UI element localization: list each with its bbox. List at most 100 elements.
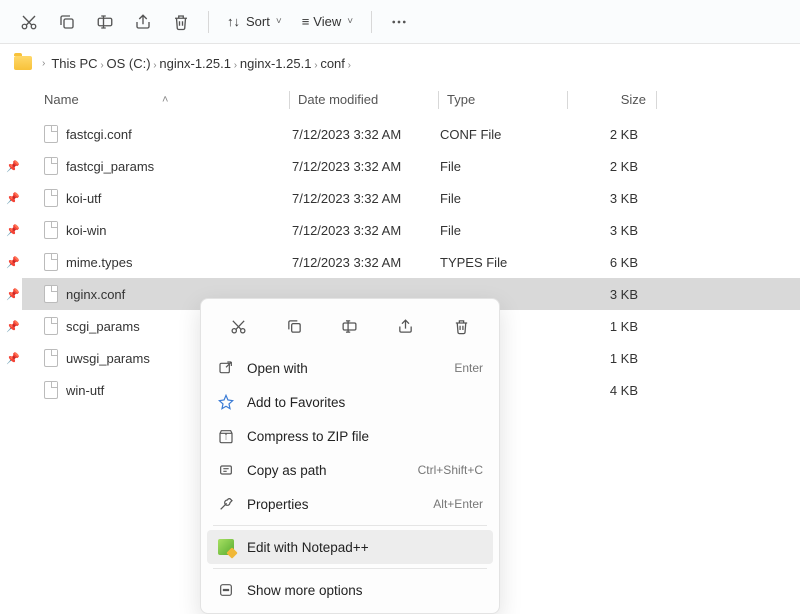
context-menu: Open with Enter Add to Favorites Compres… bbox=[200, 298, 500, 614]
zip-icon bbox=[217, 427, 235, 445]
pin-icon: 📌 bbox=[6, 352, 20, 365]
cut-button[interactable] bbox=[10, 5, 48, 39]
table-row[interactable]: fastcgi.conf7/12/2023 3:32 AMCONF File2 … bbox=[22, 118, 800, 150]
file-icon bbox=[44, 221, 58, 239]
file-size: 1 KB bbox=[568, 351, 648, 366]
wrench-icon bbox=[217, 495, 235, 513]
file-type: File bbox=[440, 191, 568, 206]
pin-icon: 📌 bbox=[6, 320, 20, 333]
file-name-cell: koi-utf bbox=[22, 189, 292, 207]
copy-path-icon bbox=[217, 461, 235, 479]
file-type: TYPES File bbox=[440, 255, 568, 270]
crumb[interactable]: OS (C:) bbox=[106, 56, 150, 71]
separator bbox=[213, 525, 487, 526]
file-icon bbox=[44, 381, 58, 399]
file-name: mime.types bbox=[66, 255, 132, 270]
file-name: fastcgi_params bbox=[66, 159, 154, 174]
file-name-cell: fastcgi.conf bbox=[22, 125, 292, 143]
more-options-icon bbox=[217, 581, 235, 599]
crumb[interactable]: conf bbox=[320, 56, 345, 71]
crumb[interactable]: This PC bbox=[51, 56, 97, 71]
file-icon bbox=[44, 285, 58, 303]
file-date: 7/12/2023 3:32 AM bbox=[292, 255, 440, 270]
pin-icon: 📌 bbox=[6, 288, 20, 301]
file-icon bbox=[44, 189, 58, 207]
file-date: 7/12/2023 3:32 AM bbox=[292, 223, 440, 238]
sort-button[interactable]: ↑↓Sort˅ bbox=[217, 5, 292, 39]
col-type[interactable]: Type bbox=[447, 92, 567, 107]
toolbar: ↑↓Sort˅ ≡View˅ bbox=[0, 0, 800, 44]
file-icon bbox=[44, 125, 58, 143]
file-size: 3 KB bbox=[568, 191, 648, 206]
copy-path-item[interactable]: Copy as path Ctrl+Shift+C bbox=[207, 453, 493, 487]
separator bbox=[213, 568, 487, 569]
rename-button[interactable] bbox=[86, 5, 124, 39]
copy-button[interactable] bbox=[48, 5, 86, 39]
file-date: 7/12/2023 3:32 AM bbox=[292, 127, 440, 142]
file-size: 3 KB bbox=[568, 287, 648, 302]
file-name-cell: koi-win bbox=[22, 221, 292, 239]
file-size: 6 KB bbox=[568, 255, 648, 270]
more-button[interactable] bbox=[380, 5, 418, 39]
cut-button[interactable] bbox=[221, 311, 257, 341]
copy-button[interactable] bbox=[276, 311, 312, 341]
file-icon bbox=[44, 317, 58, 335]
compress-zip-item[interactable]: Compress to ZIP file bbox=[207, 419, 493, 453]
chevron-right-icon: › bbox=[231, 60, 240, 71]
file-name: koi-win bbox=[66, 223, 106, 238]
open-with-item[interactable]: Open with Enter bbox=[207, 351, 493, 385]
file-name: koi-utf bbox=[66, 191, 101, 206]
rename-button[interactable] bbox=[332, 311, 368, 341]
sort-asc-icon: ˄ bbox=[162, 94, 168, 106]
table-row[interactable]: 📌fastcgi_params7/12/2023 3:32 AMFile2 KB bbox=[22, 150, 800, 182]
chevron-right-icon: › bbox=[42, 58, 45, 69]
file-name-cell: fastcgi_params bbox=[22, 157, 292, 175]
table-row[interactable]: 📌koi-win7/12/2023 3:32 AMFile3 KB bbox=[22, 214, 800, 246]
context-quick-actions bbox=[207, 305, 493, 351]
file-size: 3 KB bbox=[568, 223, 648, 238]
file-icon bbox=[44, 253, 58, 271]
add-favorites-item[interactable]: Add to Favorites bbox=[207, 385, 493, 419]
file-icon bbox=[44, 349, 58, 367]
table-row[interactable]: 📌mime.types7/12/2023 3:32 AMTYPES File6 … bbox=[22, 246, 800, 278]
view-button[interactable]: ≡View˅ bbox=[292, 5, 363, 39]
file-icon bbox=[44, 157, 58, 175]
properties-item[interactable]: Properties Alt+Enter bbox=[207, 487, 493, 521]
file-size: 4 KB bbox=[568, 383, 648, 398]
file-name: fastcgi.conf bbox=[66, 127, 132, 142]
col-size[interactable]: Size bbox=[576, 92, 656, 107]
show-more-item[interactable]: Show more options bbox=[207, 573, 493, 607]
pin-icon: 📌 bbox=[6, 256, 20, 269]
col-name[interactable]: Name˄ bbox=[22, 92, 289, 107]
share-button[interactable] bbox=[388, 311, 424, 341]
view-label: View bbox=[313, 14, 341, 29]
share-button[interactable] bbox=[124, 5, 162, 39]
col-date[interactable]: Date modified bbox=[298, 92, 438, 107]
column-headers: Name˄ Date modified Type Size bbox=[22, 82, 800, 118]
open-with-icon bbox=[217, 359, 235, 377]
crumb[interactable]: nginx-1.25.1 bbox=[240, 56, 312, 71]
file-type: File bbox=[440, 159, 568, 174]
file-size: 2 KB bbox=[568, 159, 648, 174]
divider bbox=[208, 11, 209, 33]
breadcrumb[interactable]: › This PC › OS (C:) › nginx-1.25.1 › ngi… bbox=[0, 44, 800, 82]
folder-icon bbox=[14, 56, 32, 70]
file-name: scgi_params bbox=[66, 319, 140, 334]
crumb[interactable]: nginx-1.25.1 bbox=[159, 56, 231, 71]
pin-icon: 📌 bbox=[6, 160, 20, 173]
file-size: 2 KB bbox=[568, 127, 648, 142]
divider bbox=[371, 11, 372, 33]
file-name: nginx.conf bbox=[66, 287, 125, 302]
file-type: File bbox=[440, 223, 568, 238]
delete-button[interactable] bbox=[443, 311, 479, 341]
star-icon bbox=[217, 393, 235, 411]
edit-notepad-item[interactable]: Edit with Notepad++ bbox=[207, 530, 493, 564]
notepad-plus-plus-icon bbox=[217, 538, 235, 556]
table-row[interactable]: 📌koi-utf7/12/2023 3:32 AMFile3 KB bbox=[22, 182, 800, 214]
delete-button[interactable] bbox=[162, 5, 200, 39]
chevron-right-icon: › bbox=[345, 60, 351, 71]
file-date: 7/12/2023 3:32 AM bbox=[292, 159, 440, 174]
sort-label: Sort bbox=[246, 14, 270, 29]
file-name-cell: mime.types bbox=[22, 253, 292, 271]
file-name: uwsgi_params bbox=[66, 351, 150, 366]
